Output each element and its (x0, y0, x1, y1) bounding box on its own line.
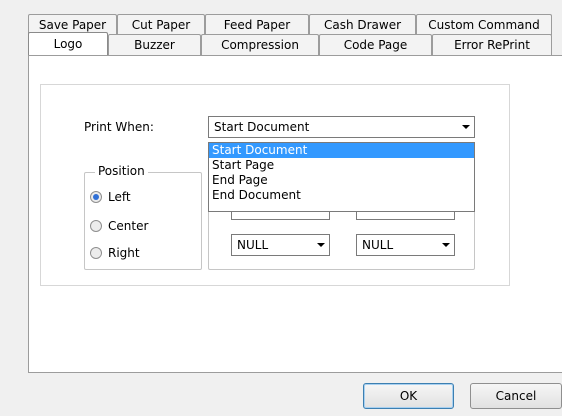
print-when-select[interactable]: Start Document (208, 116, 475, 138)
dropdown-option-start-page[interactable]: Start Page (209, 158, 474, 173)
tab-error-reprint[interactable]: Error RePrint (432, 34, 552, 55)
radio-selected-icon (90, 191, 102, 203)
tab-buzzer[interactable]: Buzzer (108, 34, 201, 55)
print-when-label: Print When: (84, 120, 154, 134)
print-when-dropdown-list: Start Document Start Page End Page End D… (208, 142, 475, 212)
radio-unselected-icon (90, 247, 102, 259)
radio-center-label: Center (108, 219, 149, 233)
position-group-title: Position (95, 164, 148, 178)
ok-button[interactable]: OK (363, 383, 454, 409)
chevron-down-icon[interactable] (313, 235, 329, 255)
radio-left[interactable]: Left (90, 190, 131, 204)
tab-feed-paper[interactable]: Feed Paper (205, 14, 309, 35)
dropdown-option-end-document[interactable]: End Document (209, 188, 474, 203)
tab-logo[interactable]: Logo (28, 32, 108, 55)
tab-cash-drawer[interactable]: Cash Drawer (309, 14, 416, 35)
chevron-down-icon[interactable] (438, 235, 454, 255)
dropdown-option-start-document[interactable]: Start Document (209, 143, 474, 158)
radio-center[interactable]: Center (90, 219, 148, 233)
dropdown-option-end-page[interactable]: End Page (209, 173, 474, 188)
radio-left-label: Left (108, 190, 131, 204)
tab-compression[interactable]: Compression (201, 34, 319, 55)
tab-custom-command[interactable]: Custom Command (416, 14, 552, 35)
tab-cut-paper[interactable]: Cut Paper (117, 14, 205, 35)
logo-select-left[interactable]: NULL (231, 234, 330, 256)
cancel-button[interactable]: Cancel (470, 383, 562, 409)
tab-code-page[interactable]: Code Page (319, 34, 432, 55)
radio-right-label: Right (108, 246, 140, 260)
logo-select-right[interactable]: NULL (356, 234, 455, 256)
tab-row-front: Logo Buzzer Compression Code Page Error … (28, 32, 552, 55)
logo-select-left-value: NULL (237, 238, 269, 252)
print-when-value: Start Document (214, 120, 310, 134)
chevron-down-icon[interactable] (458, 117, 474, 137)
logo-select-right-value: NULL (362, 238, 394, 252)
printer-settings-dialog: Save Paper Cut Paper Feed Paper Cash Dra… (0, 0, 562, 416)
radio-right[interactable]: Right (90, 246, 140, 260)
radio-unselected-icon (90, 220, 102, 232)
